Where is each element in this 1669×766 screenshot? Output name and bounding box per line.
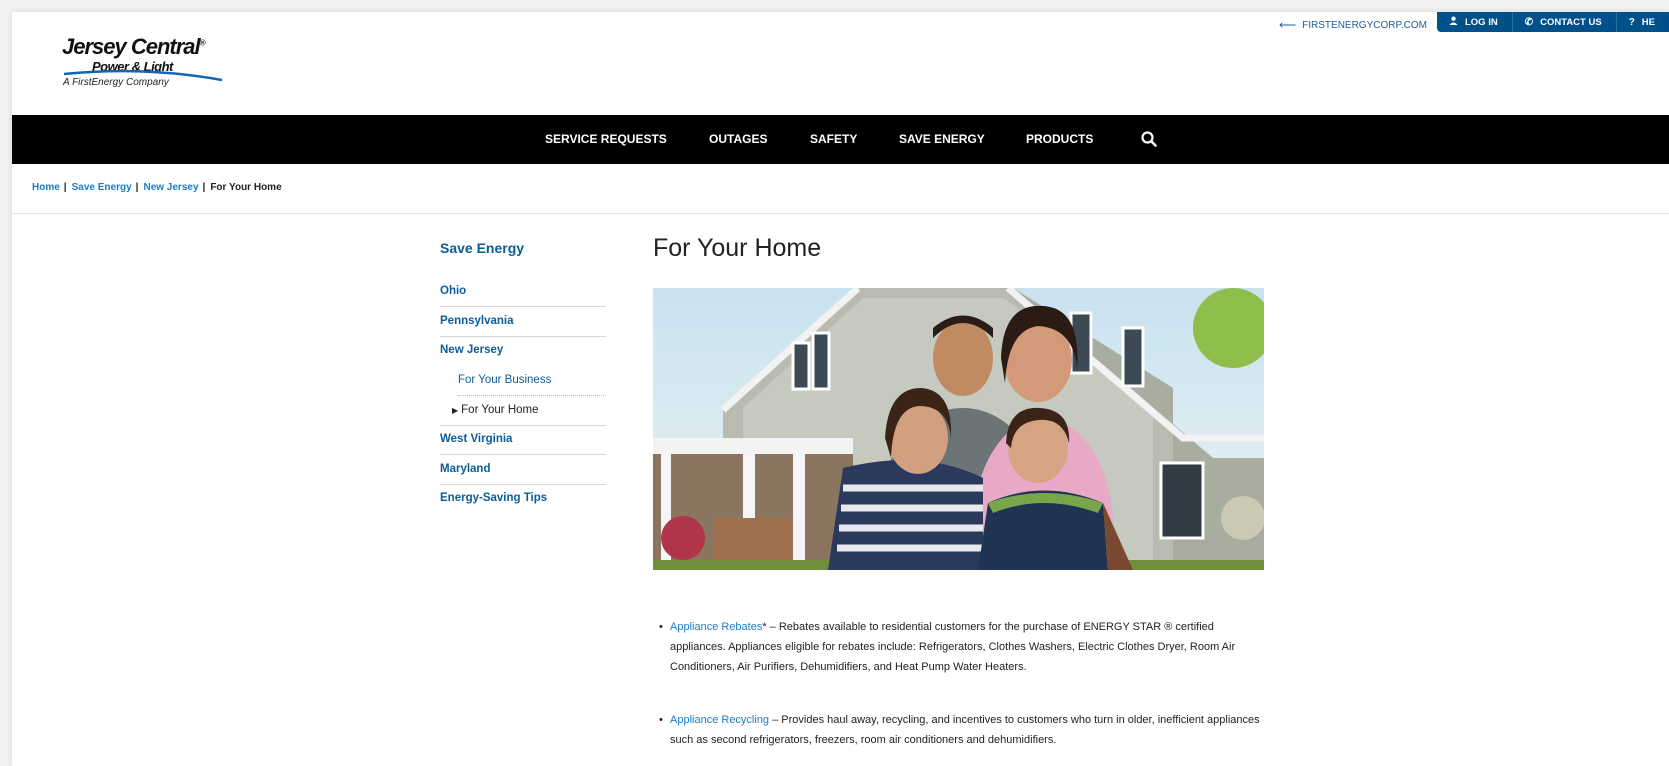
sidebar-subitem-for-your-business[interactable]: For Your Business <box>458 374 551 386</box>
help-button[interactable]: ? HE <box>1617 12 1669 32</box>
nav-products[interactable]: PRODUCTS <box>1026 115 1093 164</box>
jcpl-logo[interactable]: Jersey Central® Power & Light A FirstEne… <box>62 34 222 104</box>
search-icon[interactable] <box>1140 130 1158 148</box>
phone-icon: ✆ <box>1524 16 1534 28</box>
login-button[interactable]: LOG IN <box>1437 12 1513 32</box>
page: Jersey Central® Power & Light A FirstEne… <box>12 12 1669 766</box>
sidebar-subitem-for-your-home[interactable]: ▶ For Your Home <box>452 404 539 416</box>
breadcrumb-new-jersey[interactable]: New Jersey <box>143 182 198 193</box>
contact-us-button[interactable]: ✆ CONTACT US <box>1513 12 1617 32</box>
login-label: LOG IN <box>1464 16 1498 28</box>
firstenergy-link[interactable]: ⟵ FIRSTENERGYCORP.COM <box>1279 18 1427 32</box>
utility-buttons: LOG IN ✆ CONTACT US ? HE <box>1436 12 1669 32</box>
breadcrumb-separator: | <box>202 182 206 193</box>
page-title: For Your Home <box>653 234 822 262</box>
question-icon: ? <box>1628 16 1635 28</box>
caret-right-icon: ▶ <box>452 406 459 415</box>
sidebar-item-new-jersey[interactable]: New Jersey <box>440 344 606 356</box>
help-label: HE <box>1641 16 1655 28</box>
nav-service-requests[interactable]: SERVICE REQUESTS <box>545 115 667 164</box>
logo-wordmark: Jersey Central® <box>62 34 206 59</box>
utility-bar: ⟵ FIRSTENERGYCORP.COM LOG IN ✆ CONTACT U… <box>1279 12 1669 32</box>
appliance-rebates-link[interactable]: Appliance Rebates <box>670 621 762 633</box>
bullet-icon: • <box>659 714 663 726</box>
breadcrumb: Home | Save Energy | New Jersey | For Your Hom… <box>32 182 282 193</box>
bullet-icon: • <box>659 621 663 633</box>
breadcrumb-home[interactable]: Home <box>32 182 60 193</box>
list-item: • Appliance Rebates* – Rebates available… <box>653 617 1268 677</box>
sidebar-item-ohio[interactable]: Ohio <box>440 285 606 297</box>
sidebar-subitem-label: For Your Home <box>461 404 539 416</box>
sidebar-divider <box>440 306 606 307</box>
sidebar-divider <box>440 425 606 426</box>
hero-image-family-house <box>653 288 1264 570</box>
breadcrumb-current: For Your Home <box>210 182 282 193</box>
sidebar: Save Energy Ohio Pennsylvania New Jersey… <box>440 240 606 504</box>
breadcrumb-save-energy[interactable]: Save Energy <box>72 182 132 193</box>
logo-tagline: A FirstEnergy Company <box>63 77 169 88</box>
sidebar-divider <box>440 336 606 337</box>
breadcrumb-separator: | <box>63 182 67 193</box>
appliance-recycling-link[interactable]: Appliance Recycling <box>670 714 769 726</box>
breadcrumb-divider <box>12 213 1669 214</box>
sidebar-item-maryland[interactable]: Maryland <box>440 463 606 475</box>
sidebar-divider <box>458 395 606 397</box>
nav-outages[interactable]: OUTAGES <box>709 115 767 164</box>
main-nav: SERVICE REQUESTS OUTAGES SAFETY SAVE ENE… <box>12 115 1669 164</box>
arrow-left-icon: ⟵ <box>1278 18 1297 32</box>
sidebar-divider <box>440 454 606 455</box>
sidebar-item-energy-saving-tips[interactable]: Energy-Saving Tips <box>440 492 606 504</box>
nav-save-energy[interactable]: SAVE ENERGY <box>899 115 985 164</box>
rebate-list: • Appliance Rebates* – Rebates available… <box>653 617 1268 766</box>
sidebar-item-west-virginia[interactable]: West Virginia <box>440 433 606 445</box>
breadcrumb-separator: | <box>135 182 139 193</box>
sidebar-title[interactable]: Save Energy <box>440 240 606 256</box>
firstenergy-link-label: FIRSTENERGYCORP.COM <box>1302 19 1427 31</box>
user-icon <box>1449 16 1458 28</box>
sidebar-divider <box>440 484 606 485</box>
list-item: • Appliance Recycling – Provides haul aw… <box>653 710 1268 750</box>
contact-us-label: CONTACT US <box>1540 16 1602 28</box>
sidebar-item-pennsylvania[interactable]: Pennsylvania <box>440 315 606 327</box>
nav-safety[interactable]: SAFETY <box>810 115 857 164</box>
